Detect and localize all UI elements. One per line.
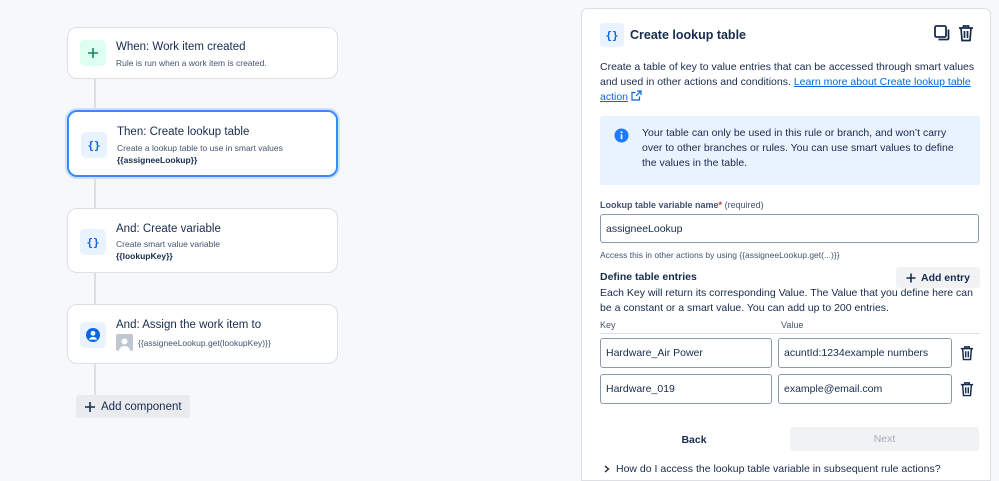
label-text: Lookup table variable name <box>600 200 719 210</box>
key-column-header: Key <box>600 320 616 330</box>
avatar-icon <box>116 334 133 351</box>
input-value: Hardware_Air Power <box>606 347 703 359</box>
plus-icon <box>85 401 95 412</box>
braces-icon: {} <box>81 132 107 158</box>
entry-key-input[interactable]: Hardware_019 <box>600 374 772 404</box>
chevron-right-icon <box>604 465 610 473</box>
input-value: example@email.com <box>784 383 883 395</box>
info-icon <box>614 128 629 143</box>
step-subtitle: Create a lookup table to use in smart va… <box>117 143 283 153</box>
connector-line <box>94 177 96 208</box>
plus-icon <box>906 273 916 282</box>
step-title: And: Create variable <box>116 223 221 235</box>
back-button[interactable]: Back <box>662 429 726 451</box>
info-text: Your table can only be used in this rule… <box>642 127 954 169</box>
variable-help-text: Access this in other actions by using {{… <box>600 250 840 260</box>
user-circle-icon <box>80 322 106 348</box>
add-entry-button[interactable]: Add entry <box>896 267 980 288</box>
input-value: assigneeLookup <box>606 222 683 235</box>
info-banner: Your table can only be used in this rule… <box>600 116 980 185</box>
trigger-subtitle: Rule is run when a work item is created. <box>116 58 267 68</box>
copy-icon[interactable] <box>933 24 951 44</box>
divider <box>600 333 980 334</box>
step-create-variable-card[interactable]: {} And: Create variable Create smart val… <box>67 208 338 273</box>
step-create-lookup-card[interactable]: {} Then: Create lookup table Create a lo… <box>67 110 338 177</box>
step-code: {{lookupKey}} <box>116 251 173 261</box>
step-code: {{assigneeLookup.get(lookupKey)}} <box>138 338 271 348</box>
trigger-card[interactable]: When: Work item created Rule is run when… <box>67 27 338 79</box>
input-value: acuntId:1234example numbers <box>784 347 929 359</box>
input-value: Hardware_019 <box>606 383 675 395</box>
braces-icon: {} <box>600 23 624 47</box>
step-subtitle: Create smart value variable <box>116 239 220 249</box>
step-assign-card[interactable]: And: Assign the work item to {{assigneeL… <box>67 304 338 364</box>
step-title: Then: Create lookup table <box>117 126 250 138</box>
faq-expander[interactable]: How do I access the lookup table variabl… <box>604 463 941 475</box>
required-mark: * <box>718 200 723 210</box>
step-code: {{assigneeLookup}} <box>117 155 198 165</box>
add-component-button[interactable]: Add component <box>76 395 190 418</box>
variable-name-input[interactable]: assigneeLookup <box>600 214 979 243</box>
connector-line <box>94 79 96 111</box>
step-title: And: Assign the work item to <box>116 319 262 331</box>
braces-icon: {} <box>80 229 106 255</box>
trash-icon[interactable] <box>958 24 976 44</box>
faq-text: How do I access the lookup table variabl… <box>616 463 941 475</box>
plus-icon <box>80 40 106 66</box>
config-panel: {} Create lookup table Create a table of… <box>581 8 991 481</box>
delete-entry-icon[interactable] <box>959 380 975 398</box>
rule-canvas: When: Work item created Rule is run when… <box>0 0 580 481</box>
entry-value-input[interactable]: example@email.com <box>778 374 952 404</box>
panel-title: Create lookup table <box>630 28 746 42</box>
required-text: (required) <box>724 200 764 210</box>
connector-line <box>94 364 96 395</box>
connector-line <box>94 273 96 304</box>
trigger-title: When: Work item created <box>116 41 246 53</box>
entry-value-input[interactable]: acuntId:1234example numbers <box>778 338 952 368</box>
define-entries-title: Define table entries <box>600 271 697 283</box>
panel-description: Create a table of key to value entries t… <box>600 60 982 105</box>
value-column-header: Value <box>781 320 804 330</box>
add-entry-label: Add entry <box>920 271 970 284</box>
external-link-icon <box>631 90 642 101</box>
entry-key-input[interactable]: Hardware_Air Power <box>600 338 772 368</box>
variable-name-label: Lookup table variable name* (required) <box>600 200 764 210</box>
next-button[interactable]: Next <box>790 427 979 451</box>
delete-entry-icon[interactable] <box>959 344 975 362</box>
add-component-label: Add component <box>101 400 182 413</box>
define-entries-description: Each Key will return its corresponding V… <box>600 287 973 314</box>
